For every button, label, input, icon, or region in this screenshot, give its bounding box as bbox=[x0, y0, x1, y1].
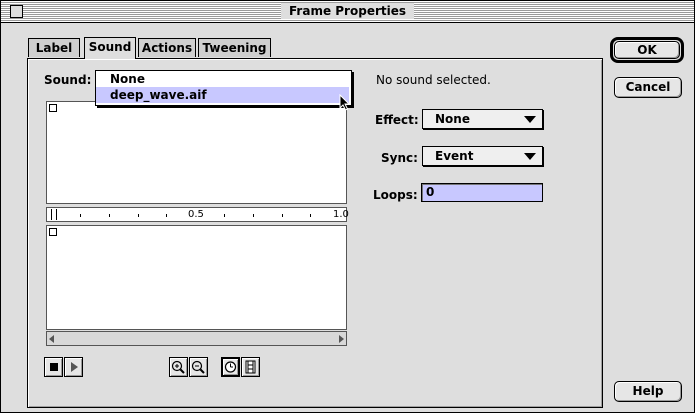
scroll-left-arrow-icon[interactable] bbox=[49, 335, 54, 343]
sync-popup[interactable]: Event bbox=[422, 146, 543, 166]
stop-button[interactable] bbox=[44, 357, 63, 377]
ruler-label-half: 0.5 bbox=[188, 209, 204, 220]
ruler-label-end: 1.0 bbox=[333, 209, 349, 220]
sound-status-text: No sound selected. bbox=[376, 73, 491, 87]
envelope-handle[interactable] bbox=[49, 228, 57, 236]
play-icon bbox=[71, 362, 78, 372]
waveform-scrollbar[interactable] bbox=[46, 331, 347, 346]
tab-actions[interactable]: Actions bbox=[138, 38, 196, 57]
help-button[interactable]: Help bbox=[614, 381, 682, 402]
frames-icon bbox=[245, 360, 256, 374]
menu-item-deep-wave[interactable]: deep_wave.aif bbox=[96, 87, 349, 103]
sound-label: Sound: bbox=[44, 73, 92, 87]
ok-button[interactable]: OK bbox=[614, 41, 680, 59]
frame-properties-dialog: Frame Properties Label Sound Actions Twe… bbox=[0, 0, 695, 413]
play-button[interactable] bbox=[64, 357, 83, 377]
sync-label: Sync: bbox=[381, 151, 418, 165]
time-units-button[interactable] bbox=[221, 357, 240, 377]
cancel-button[interactable]: Cancel bbox=[614, 77, 682, 98]
waveform-right-channel[interactable] bbox=[46, 225, 347, 330]
scroll-right-arrow-icon[interactable] bbox=[339, 335, 344, 343]
effect-popup[interactable]: None bbox=[422, 109, 543, 129]
clock-icon bbox=[224, 361, 237, 373]
loops-input[interactable]: 0 bbox=[421, 183, 543, 202]
window-title: Frame Properties bbox=[281, 3, 414, 19]
tab-sound[interactable]: Sound bbox=[84, 37, 136, 59]
envelope-handle[interactable] bbox=[49, 104, 57, 112]
frames-units-button[interactable] bbox=[241, 357, 260, 377]
tab-tweening[interactable]: Tweening bbox=[198, 38, 271, 57]
sync-value: Event bbox=[435, 149, 474, 163]
tab-label[interactable]: Label bbox=[28, 38, 80, 57]
effect-value: None bbox=[435, 112, 470, 126]
zoom-out-icon bbox=[191, 360, 205, 374]
chevron-down-icon bbox=[524, 116, 536, 123]
zoom-in-button[interactable] bbox=[169, 357, 188, 377]
ruler-start-marker[interactable] bbox=[51, 209, 57, 220]
zoom-out-button[interactable] bbox=[189, 357, 208, 377]
stop-icon bbox=[50, 363, 58, 371]
title-bar[interactable]: Frame Properties bbox=[1, 1, 694, 23]
time-ruler: 0.5 1.0 bbox=[46, 207, 349, 222]
loops-label: Loops: bbox=[373, 188, 418, 202]
menu-item-none[interactable]: None bbox=[96, 71, 349, 87]
mouse-pointer-icon bbox=[339, 94, 351, 111]
chevron-down-icon bbox=[524, 153, 536, 160]
zoom-in-icon bbox=[171, 360, 185, 374]
sound-popup-menu[interactable]: None deep_wave.aif bbox=[95, 70, 352, 106]
effect-label: Effect: bbox=[375, 113, 419, 127]
waveform-left-channel[interactable] bbox=[46, 101, 347, 204]
